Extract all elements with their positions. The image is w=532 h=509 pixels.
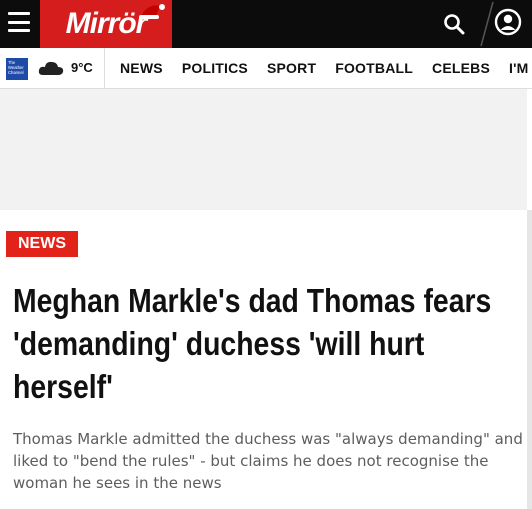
nav-item-sport[interactable]: SPORT (267, 60, 316, 76)
temperature: 9°C (71, 60, 93, 75)
nav-menu: NEWS POLITICS SPORT FOOTBALL CELEBS I'M … (110, 48, 532, 88)
page-side-gutter (527, 210, 532, 509)
advert-slot (0, 89, 527, 210)
cloud-icon (38, 61, 64, 75)
article-standfirst: Thomas Markle admitted the duchess was "… (13, 430, 523, 492)
site-logo[interactable]: Mirrör (40, 0, 172, 48)
nav-item-celebs[interactable]: CELEBS (432, 60, 490, 76)
nav-bar: The Weather Channel 9°C NEWS POLITICS SP… (0, 48, 532, 89)
weather-channel-logo: The Weather Channel (6, 58, 28, 80)
search-button[interactable] (440, 10, 468, 38)
account-button[interactable] (490, 4, 526, 40)
nav-item-politics[interactable]: POLITICS (182, 60, 248, 76)
section-badge[interactable]: NEWS (6, 231, 78, 257)
hamburger-menu-icon[interactable] (8, 12, 30, 32)
user-account-icon (494, 8, 522, 36)
santa-hat-icon (139, 4, 165, 19)
nav-item-news[interactable]: NEWS (120, 60, 163, 76)
nav-item-football[interactable]: FOOTBALL (335, 60, 413, 76)
article-headline: Meghan Markle's dad Thomas fears 'demand… (13, 282, 492, 405)
weather-widget[interactable]: The Weather Channel 9°C (0, 48, 105, 88)
logo-text: Mirrör (65, 7, 148, 40)
search-icon (444, 14, 465, 35)
top-bar: Mirrör (0, 0, 532, 48)
nav-item-im-a-celebrity[interactable]: I'M A CELEBRITY (509, 60, 532, 76)
